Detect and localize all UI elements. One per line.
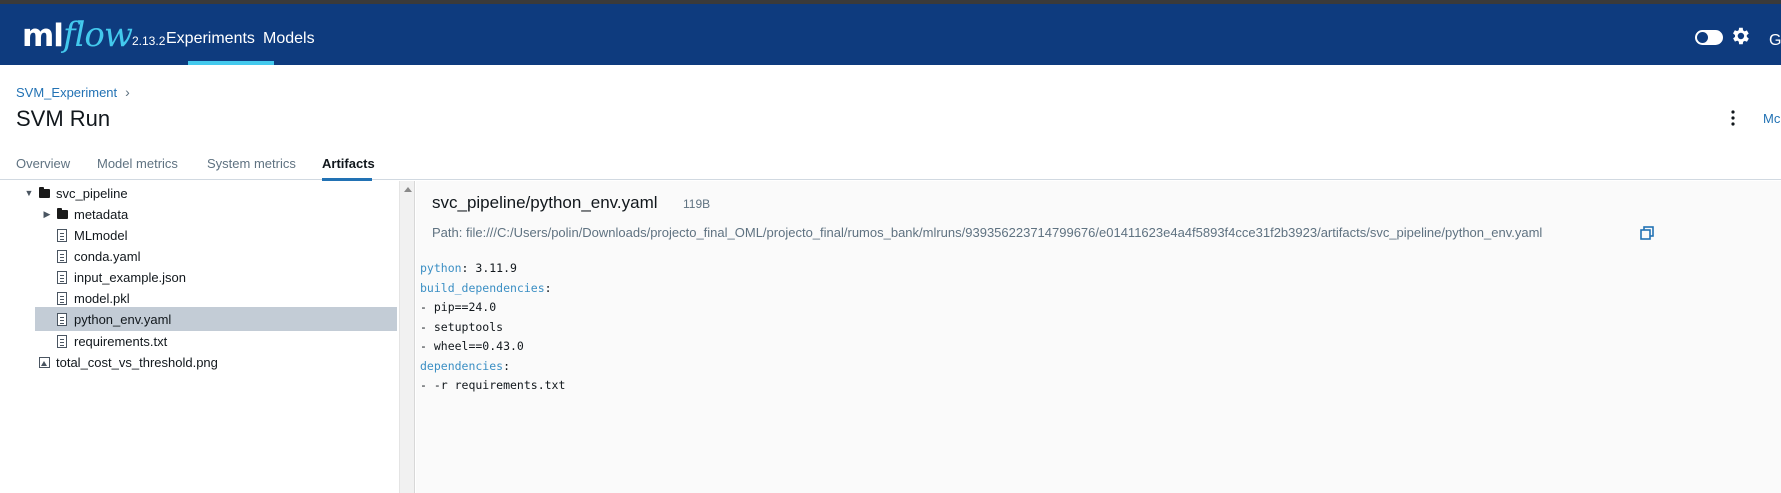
yaml-value-python: 3.11.9 <box>468 261 517 275</box>
logo-flow-text: flow <box>62 15 133 55</box>
nav-experiments[interactable]: Experiments <box>166 30 255 48</box>
file-icon <box>57 334 67 348</box>
yaml-code-view: python: 3.11.9 build_dependencies: - pip… <box>420 261 566 392</box>
copy-icon[interactable] <box>1640 226 1654 240</box>
tab-overview[interactable]: Overview <box>16 156 70 171</box>
yaml-list-item: - pip==24.0 <box>420 300 497 314</box>
tree-file-python-env-selected[interactable]: python_env.yaml <box>35 307 397 331</box>
file-icon <box>57 249 67 263</box>
tree-item-label: metadata <box>74 206 129 222</box>
nav-active-indicator <box>188 61 274 65</box>
logo-ml-text: ml <box>22 18 64 54</box>
caret-right-icon[interactable]: ▶ <box>40 209 54 220</box>
folder-icon <box>39 186 50 198</box>
top-navbar: ml flow 2.13.2 Experiments Models G <box>0 4 1781 65</box>
file-icon <box>57 312 67 326</box>
yaml-key-dependencies: dependencies <box>420 358 504 373</box>
breadcrumb-experiment-link[interactable]: SVM_Experiment <box>16 85 117 100</box>
run-tabs: Overview Model metrics System metrics Ar… <box>0 156 1781 181</box>
tree-item-label: model.pkl <box>74 290 130 306</box>
artifact-size: 119B <box>683 197 711 211</box>
yaml-list-item: - -r requirements.txt <box>420 378 566 392</box>
yaml-key-build-dependencies: build_dependencies <box>420 280 545 295</box>
yaml-key-python: python <box>420 261 462 275</box>
folder-icon <box>57 207 68 219</box>
artifact-name: svc_pipeline/python_env.yaml <box>432 193 658 212</box>
mlflow-logo[interactable]: ml flow <box>22 15 133 55</box>
tab-system-metrics[interactable]: System metrics <box>207 156 296 171</box>
file-icon <box>57 228 67 242</box>
tree-file-total-cost-png[interactable]: total_cost_vs_threshold.png <box>36 350 398 374</box>
file-icon <box>57 291 67 305</box>
kebab-menu-icon[interactable] <box>1730 110 1736 126</box>
version-label: 2.13.2 <box>132 34 166 48</box>
tree-item-label: requirements.txt <box>74 333 168 349</box>
breadcrumb: SVM_Experiment › <box>16 84 130 100</box>
scroll-up-arrow-icon[interactable] <box>404 187 412 192</box>
tree-item-label: conda.yaml <box>74 248 141 264</box>
artifact-tree: ▼ svc_pipeline ▶ metadata MLmodel conda.… <box>0 181 399 493</box>
artifact-viewer: svc_pipeline/python_env.yaml 119B Path: … <box>416 181 1781 493</box>
theme-toggle[interactable] <box>1695 30 1723 45</box>
tree-scrollbar[interactable] <box>399 181 415 493</box>
tree-item-label: MLmodel <box>74 227 128 243</box>
tab-artifacts[interactable]: Artifacts <box>322 156 375 171</box>
artifact-path: Path: file:///C:/Users/polin/Downloads/p… <box>432 225 1543 240</box>
image-file-icon <box>39 356 50 368</box>
tree-item-label: svc_pipeline <box>56 185 128 201</box>
file-icon <box>57 270 67 284</box>
yaml-list-item: - wheel==0.43.0 <box>420 339 524 353</box>
toggle-knob <box>1697 32 1708 43</box>
nav-models[interactable]: Models <box>263 30 315 48</box>
tree-item-label: total_cost_vs_threshold.png <box>56 354 218 370</box>
model-link-edge[interactable]: Mc <box>1763 111 1780 126</box>
tree-item-label: python_env.yaml <box>74 311 172 327</box>
caret-down-icon[interactable]: ▼ <box>22 188 36 198</box>
page-title: SVM Run <box>16 106 111 131</box>
tab-model-metrics[interactable]: Model metrics <box>97 156 178 171</box>
user-menu-edge[interactable]: G <box>1769 32 1781 50</box>
breadcrumb-separator: › <box>125 84 130 100</box>
tree-item-label: input_example.json <box>74 269 187 285</box>
yaml-list-item: - setuptools <box>420 319 504 334</box>
gear-icon[interactable] <box>1729 25 1751 47</box>
